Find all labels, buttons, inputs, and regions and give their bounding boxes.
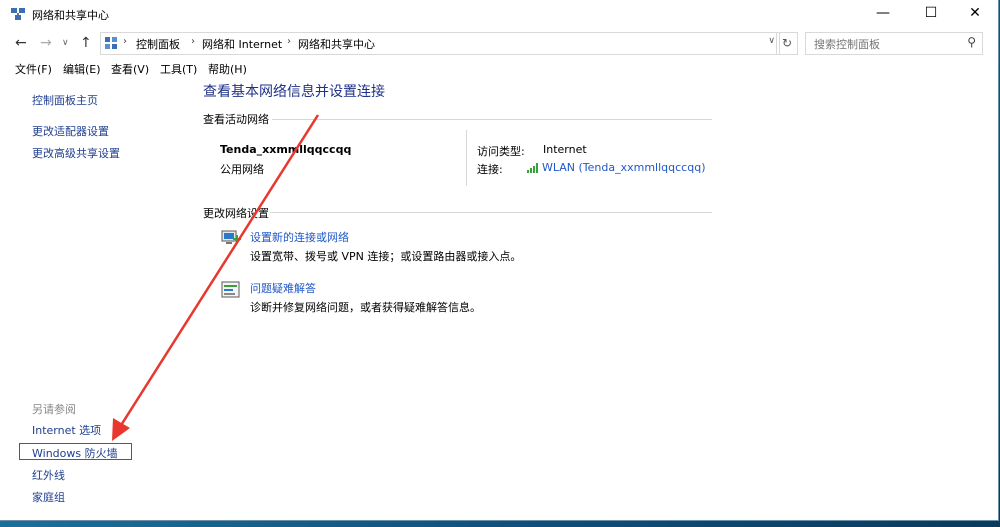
control-panel-icon — [105, 37, 117, 49]
link-windows-firewall[interactable]: Windows 防火墙 — [32, 445, 118, 461]
change-settings-header: 更改网络设置 — [203, 207, 269, 220]
new-connection-icon — [221, 230, 241, 244]
access-type-value: Internet — [543, 143, 587, 156]
divider — [270, 212, 712, 213]
breadcrumb-network-internet[interactable]: 网络和 Internet — [202, 36, 282, 52]
breadcrumb-network-sharing[interactable]: 网络和共享中心 — [298, 36, 375, 52]
troubleshoot-icon — [221, 281, 240, 298]
network-type: 公用网络 — [220, 163, 264, 176]
forward-icon[interactable]: → — [40, 35, 52, 51]
search-box[interactable]: ⚲ — [805, 32, 983, 55]
network-center-icon — [11, 8, 25, 20]
menu-tools[interactable]: 工具(T) — [160, 61, 197, 77]
page-title: 查看基本网络信息并设置连接 — [203, 84, 385, 100]
troubleshoot-desc: 诊断并修复网络问题，或者获得疑难解答信息。 — [250, 301, 481, 314]
active-networks-header: 查看活动网络 — [203, 113, 269, 126]
address-dropdown-icon[interactable]: ∨ — [768, 36, 775, 46]
menu-help[interactable]: 帮助(H) — [208, 61, 247, 77]
address-bar[interactable]: › 控制面板 › 网络和 Internet › 网络和共享中心 ∨ — [100, 32, 780, 55]
link-homegroup[interactable]: 家庭组 — [32, 489, 65, 505]
menu-bar: 文件(F) 编辑(E) 查看(V) 工具(T) 帮助(H) — [0, 57, 998, 79]
back-icon[interactable]: ← — [15, 35, 27, 51]
link-control-panel-home[interactable]: 控制面板主页 — [32, 92, 98, 108]
access-type-label: 访问类型: — [477, 145, 525, 158]
divider — [272, 119, 712, 120]
search-input[interactable] — [812, 35, 966, 54]
window-title: 网络和共享中心 — [32, 9, 109, 22]
menu-edit[interactable]: 编辑(E) — [63, 61, 101, 77]
link-internet-options[interactable]: Internet 选项 — [32, 422, 101, 438]
divider — [466, 130, 467, 186]
up-icon[interactable]: ↑ — [80, 35, 92, 51]
watermark-url: jingyan.baidu.com — [770, 487, 927, 507]
search-icon[interactable]: ⚲ — [967, 35, 976, 49]
link-setup-new-connection[interactable]: 设置新的连接或网络 — [250, 229, 349, 245]
close-button[interactable]: ✕ — [952, 0, 998, 29]
breadcrumb-separator: › — [287, 36, 291, 47]
wlan-connection-link[interactable]: WLAN (Tenda_xxmmllqqccqq) — [542, 161, 706, 174]
breadcrumb-control-panel[interactable]: 控制面板 — [136, 36, 180, 52]
recent-locations-icon[interactable]: ∨ — [62, 38, 69, 48]
link-infrared[interactable]: 红外线 — [32, 467, 65, 483]
menu-file[interactable]: 文件(F) — [15, 61, 52, 77]
breadcrumb-separator: › — [191, 36, 195, 47]
link-change-advanced-sharing[interactable]: 更改高级共享设置 — [32, 145, 120, 161]
breadcrumb-separator: › — [123, 36, 127, 47]
maximize-button[interactable]: ☐ — [908, 0, 954, 29]
setup-new-connection-desc: 设置宽带、拨号或 VPN 连接；或设置路由器或接入点。 — [250, 250, 522, 263]
title-bar: 网络和共享中心 — ☐ ✕ — [0, 0, 998, 29]
address-row: ← → ∨ ↑ › 控制面板 › 网络和 Internet › 网络和共享中心 … — [0, 29, 998, 57]
link-change-adapter-settings[interactable]: 更改适配器设置 — [32, 123, 109, 139]
connection-label: 连接: — [477, 163, 503, 176]
link-troubleshoot[interactable]: 问题疑难解答 — [250, 280, 316, 296]
wifi-signal-icon — [527, 163, 538, 173]
refresh-button[interactable]: ↻ — [776, 32, 798, 55]
network-name: Tenda_xxmmllqqccqq — [220, 143, 352, 156]
minimize-button[interactable]: — — [860, 0, 906, 29]
menu-view[interactable]: 查看(V) — [111, 61, 149, 77]
see-also-header: 另请参阅 — [32, 403, 76, 416]
